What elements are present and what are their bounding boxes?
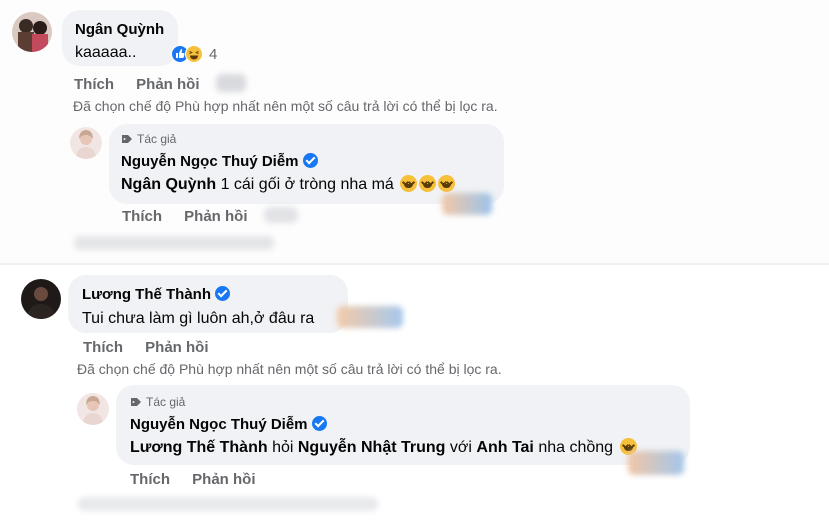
reply-bubble: Tác giả Nguyễn Ngọc Thuý Diễm Ngân Quỳnh… bbox=[109, 124, 504, 204]
author-tag-label: Tác giả bbox=[146, 395, 186, 409]
blurred-reaction bbox=[337, 306, 403, 328]
reply-avatar[interactable] bbox=[70, 127, 102, 159]
comment-author: Lương Thế Thành bbox=[82, 286, 231, 303]
like-button[interactable]: Thích bbox=[122, 208, 162, 225]
reaction-summary[interactable]: 4 bbox=[171, 45, 217, 63]
comment-author-name[interactable]: Lương Thế Thành bbox=[82, 286, 211, 303]
reply-text-body: 1 cái gối ở tròng nha má bbox=[220, 176, 394, 193]
verified-badge-icon bbox=[215, 286, 231, 301]
comment-bubble: Ngân Quỳnh kaaaaa.. bbox=[62, 10, 178, 66]
laughing-emoji-icon bbox=[419, 175, 437, 192]
reply-avatar[interactable] bbox=[77, 393, 109, 425]
reply-actions: Thích Phản hồi bbox=[130, 471, 274, 488]
reply-button[interactable]: Phản hồi bbox=[136, 76, 199, 93]
mention-link[interactable]: Nguyễn Nhật Trung bbox=[298, 439, 446, 456]
mention-link[interactable]: Lương Thế Thành bbox=[130, 439, 268, 456]
comment-bubble: Lương Thế Thành Tui chưa làm gì luôn ah,… bbox=[68, 275, 348, 333]
avatar-photo bbox=[12, 12, 52, 52]
blurred-timestamp bbox=[216, 74, 246, 92]
avatar-photo bbox=[70, 127, 102, 159]
author-tag-label: Tác giả bbox=[137, 132, 177, 146]
reply-button[interactable]: Phản hồi bbox=[145, 339, 208, 356]
reaction-count: 4 bbox=[209, 45, 218, 63]
like-button[interactable]: Thích bbox=[130, 471, 170, 488]
filter-note: Đã chọn chế độ Phù hợp nhất nên một số c… bbox=[77, 361, 502, 377]
reply-button[interactable]: Phản hồi bbox=[192, 471, 255, 488]
reply-text: Ngân Quỳnh 1 cái gối ở tròng nha má bbox=[121, 175, 456, 194]
author-tag: Tác giả bbox=[130, 395, 185, 409]
filter-note: Đã chọn chế độ Phù hợp nhất nên một số c… bbox=[73, 98, 498, 114]
reply-author-name[interactable]: Nguyễn Ngọc Thuý Diễm bbox=[130, 416, 308, 433]
blurred-reaction bbox=[628, 451, 684, 475]
verified-badge-icon bbox=[311, 416, 327, 431]
laughing-emoji-icon bbox=[400, 175, 418, 192]
like-button[interactable]: Thích bbox=[74, 76, 114, 93]
reply-author: Nguyễn Ngọc Thuý Diễm bbox=[121, 153, 318, 170]
comment-actions: Thích Phản hồi bbox=[83, 339, 227, 356]
reply-author: Nguyễn Ngọc Thuý Diễm bbox=[130, 416, 327, 433]
blurred-more-replies bbox=[78, 497, 378, 511]
like-button[interactable]: Thích bbox=[83, 339, 123, 356]
author-tag: Tác giả bbox=[121, 132, 176, 146]
comment-author[interactable]: Ngân Quỳnh bbox=[75, 21, 164, 38]
avatar-photo bbox=[21, 279, 61, 319]
blurred-reaction bbox=[442, 193, 492, 215]
blurred-timestamp bbox=[264, 207, 298, 223]
reply-actions: Thích Phản hồi bbox=[122, 208, 266, 225]
reply-text-body: hỏi bbox=[272, 439, 294, 456]
avatar-photo bbox=[77, 393, 109, 425]
comment-actions: Thích Phản hồi bbox=[74, 76, 218, 93]
reply-text-body: nha chồng bbox=[538, 439, 614, 456]
blurred-more-replies bbox=[74, 236, 274, 250]
haha-reaction-icon bbox=[185, 45, 203, 63]
author-tag-icon bbox=[122, 135, 132, 143]
comment-text: kaaaaa.. bbox=[75, 44, 137, 61]
verified-badge-icon bbox=[302, 153, 318, 168]
mention-link[interactable]: Anh Tai bbox=[476, 439, 533, 456]
reply-text-body: với bbox=[449, 439, 472, 456]
reply-text: Lương Thế Thành hỏi Nguyễn Nhật Trung vớ… bbox=[130, 438, 637, 457]
comment-thread-2: Lương Thế Thành Tui chưa làm gì luôn ah,… bbox=[0, 265, 829, 531]
reply-author-name[interactable]: Nguyễn Ngọc Thuý Diễm bbox=[121, 153, 299, 170]
author-tag-icon bbox=[131, 398, 141, 406]
reply-bubble: Tác giả Nguyễn Ngọc Thuý Diễm Lương Thế … bbox=[116, 385, 690, 465]
comment-text: Tui chưa làm gì luôn ah,ở đâu ra bbox=[82, 310, 315, 327]
comment-thread-1: Ngân Quỳnh kaaaaa.. 4 Thích Phản hồi Đã … bbox=[0, 0, 829, 264]
avatar[interactable] bbox=[21, 279, 61, 319]
reply-button[interactable]: Phản hồi bbox=[184, 208, 247, 225]
mention-link[interactable]: Ngân Quỳnh bbox=[121, 176, 216, 193]
avatar[interactable] bbox=[12, 12, 52, 52]
laughing-emoji-icon bbox=[438, 175, 456, 192]
